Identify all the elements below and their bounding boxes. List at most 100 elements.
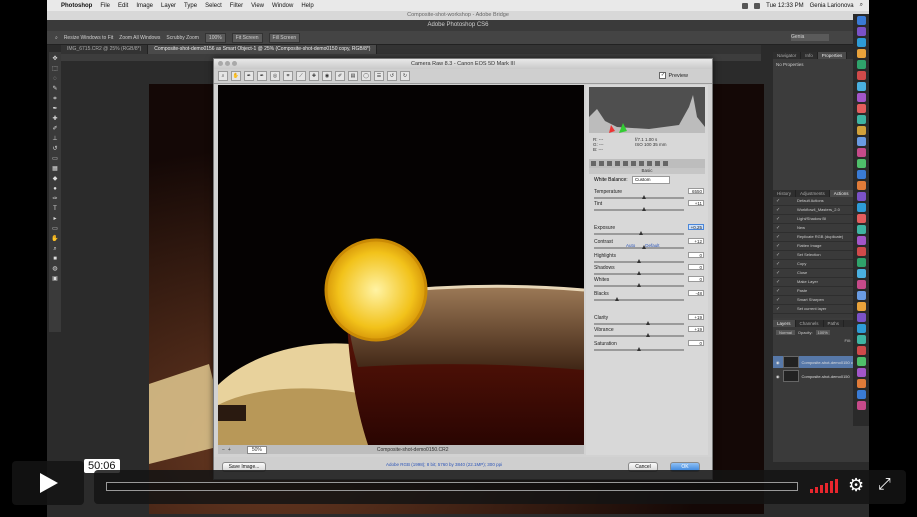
radial-filter-icon[interactable]: ◯ [361,71,371,81]
opt-zoom-all[interactable]: Zoom All Windows [119,35,160,41]
volume-icon[interactable] [810,479,838,493]
dock-app-icon[interactable] [856,313,866,322]
lens-tab-icon[interactable] [631,161,636,166]
search-icon[interactable]: ⌕ [860,2,863,9]
zoom-window-icon[interactable] [232,61,237,66]
dock-app-icon[interactable] [856,203,866,212]
doc-tab-2[interactable]: Composite-shot-demo0156 as Smart Object-… [148,45,378,54]
dock-app-icon[interactable] [856,49,866,58]
dock-app-icon[interactable] [856,60,866,69]
fill-screen-button[interactable]: Fill Screen [268,32,301,43]
tab-channels[interactable]: Channels [796,320,824,327]
detail-tab-icon[interactable] [607,161,612,166]
straighten-tool-icon[interactable]: ⟋ [296,71,306,81]
menu-select[interactable]: Select [201,3,226,9]
hand-tool-icon[interactable]: ✋ [231,71,241,81]
tab-layers[interactable]: Layers [773,320,796,327]
slider-handle[interactable] [637,271,641,275]
dock-app-icon[interactable] [856,225,866,234]
slider-track[interactable] [594,299,684,301]
dock-app-icon[interactable] [856,148,866,157]
dock-app-icon[interactable] [856,291,866,300]
slider-handle[interactable] [637,259,641,263]
dock-app-icon[interactable] [856,335,866,344]
dock-app-icon[interactable] [856,390,866,399]
play-button[interactable] [12,461,84,505]
preferences-icon[interactable]: ☰ [374,71,384,81]
move-tool-icon[interactable]: ✥ [51,55,59,63]
doc-tab-1[interactable]: IMG_6715.CR2 @ 25% (RGB/8*) [61,45,149,54]
zoom-in-icon[interactable]: + [228,447,231,453]
dock-app-icon[interactable] [856,192,866,201]
menu-edit[interactable]: Edit [114,3,132,9]
dock-app-icon[interactable] [856,126,866,135]
fullscreen-icon[interactable]: ⤢ [878,475,891,495]
slider-handle[interactable] [641,195,646,199]
dock-app-icon[interactable] [856,280,866,289]
dock-app-icon[interactable] [856,170,866,179]
rotate-left-icon[interactable]: ↺ [387,71,397,81]
basic-tab-icon[interactable] [591,161,596,166]
type-tool-icon[interactable]: T [51,205,59,213]
blend-mode-select[interactable]: Normal [776,330,795,335]
color-swatch-icon[interactable]: ■ [51,255,59,263]
slider-handle[interactable] [641,207,646,211]
dock-app-icon[interactable] [856,258,866,267]
zoom-out-icon[interactable]: − [222,447,225,453]
slider-handle[interactable] [646,321,650,325]
dodge-tool-icon[interactable]: ● [51,185,59,193]
snapshots-tab-icon[interactable] [663,161,668,166]
spot-removal-icon[interactable]: ✚ [309,71,319,81]
menu-view[interactable]: View [247,3,268,9]
slider-value-field[interactable]: 0 [688,264,704,270]
dock-app-icon[interactable] [856,27,866,36]
dock-app-icon[interactable] [856,71,866,80]
wifi-icon[interactable] [742,2,749,9]
opt-resize-windows[interactable]: Resize Windows to Fit [64,35,113,41]
dock-app-icon[interactable] [856,16,866,25]
app-menu[interactable]: Photoshop [57,3,96,9]
tone-curve-tab-icon[interactable] [599,161,604,166]
slider-value-field[interactable]: 6550 [688,188,704,194]
zoom-100-button[interactable]: 100% [204,32,226,43]
crop-tool-icon[interactable]: ⌗ [51,95,59,103]
menu-help[interactable]: Help [297,3,317,9]
dock-app-icon[interactable] [856,379,866,388]
slider-value-field[interactable]: +19 [688,326,704,332]
settings-gear-icon[interactable]: ⚙ [848,475,864,495]
rotate-right-icon[interactable]: ↻ [400,71,410,81]
dock-app-icon[interactable] [856,269,866,278]
menu-filter[interactable]: Filter [226,3,247,9]
tab-properties[interactable]: Properties [817,52,848,59]
menu-file[interactable]: File [96,3,114,9]
slider-track[interactable] [594,209,684,211]
dock-app-icon[interactable] [856,82,866,91]
camera-calibration-tab-icon[interactable] [647,161,652,166]
workspace-select[interactable]: Genia [791,34,829,41]
tab-info[interactable]: Info [801,52,818,59]
workflow-options-link[interactable]: Adobe RGB (1998); 8 bit; 5760 by 3840 (2… [386,462,502,467]
dock-app-icon[interactable] [856,357,866,366]
fit-screen-button[interactable]: Fit Screen [231,32,263,43]
hand-tool-icon[interactable]: ✋ [51,235,59,243]
menubar-user[interactable]: Genia Larionova [810,3,854,9]
dock-app-icon[interactable] [856,115,866,124]
lasso-tool-icon[interactable]: ◌ [51,75,59,83]
slider-track[interactable] [594,335,684,337]
slider-handle[interactable] [646,333,650,337]
slider-value-field[interactable]: 0 [688,276,704,282]
slider-value-field[interactable]: 0 [688,252,704,258]
slider-value-field[interactable]: -48 [688,290,704,296]
menu-image[interactable]: Image [132,3,157,9]
slider-value-field[interactable]: +0.25 [688,224,704,230]
eraser-tool-icon[interactable]: ▭ [51,155,59,163]
dock-app-icon[interactable] [856,159,866,168]
dock-app-icon[interactable] [856,137,866,146]
slider-handle[interactable] [638,231,643,235]
screen-mode-icon[interactable]: ▣ [51,275,59,283]
quick-mask-icon[interactable]: ◍ [51,265,59,273]
visibility-eye-icon[interactable]: ◉ [776,374,780,379]
battery-icon[interactable] [754,2,761,9]
white-balance-tool-icon[interactable]: ✒ [244,71,254,81]
shape-tool-icon[interactable]: ▭ [51,225,59,233]
